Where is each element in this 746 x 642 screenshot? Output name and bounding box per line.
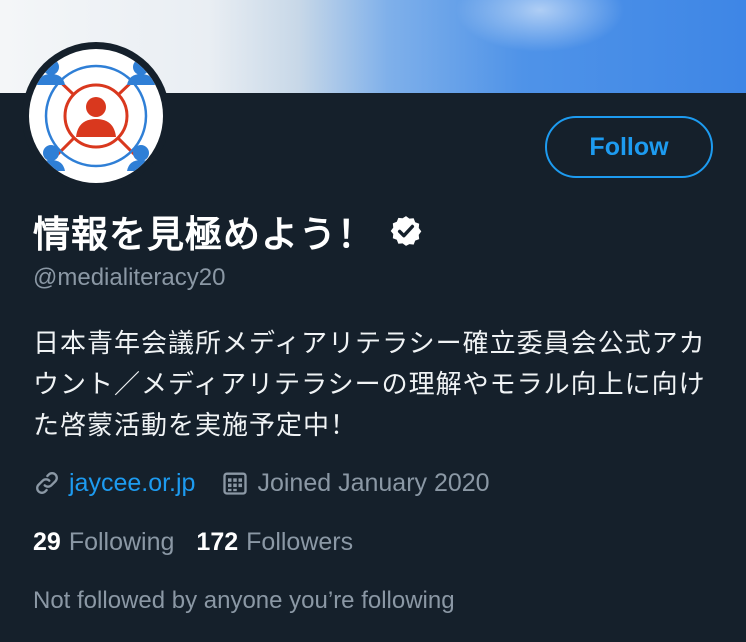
link-icon xyxy=(36,472,58,494)
calendar-icon xyxy=(223,472,248,495)
avatar[interactable] xyxy=(22,42,170,190)
handle: @medialiteracy20 xyxy=(33,264,226,291)
joined-date: Joined January 2020 xyxy=(257,468,490,497)
avatar-logo-icon xyxy=(37,59,155,171)
followers-count: 172 xyxy=(196,527,239,556)
following-link[interactable]: 29 Following xyxy=(33,528,174,557)
following-label: Following xyxy=(68,527,175,556)
profile-meta: jaycee.or.jp Joined January 2020 xyxy=(33,466,490,500)
followers-label: Followers xyxy=(246,527,354,556)
joined-date-group: Joined January 2020 xyxy=(221,468,490,498)
follow-button[interactable]: Follow xyxy=(545,116,713,178)
following-count: 29 xyxy=(33,527,61,556)
bio: 日本青年会議所メディアリテラシー確立委員会公式アカウント／メディアリテラシーの理… xyxy=(33,329,706,441)
display-name: 情報を見極めよう！ xyxy=(33,213,375,256)
follow-counts: 29 Following 172 Followers xyxy=(33,525,353,559)
website-link[interactable]: jaycee.or.jp xyxy=(69,469,195,498)
not-followed-notice: Not followed by anyone you’re following xyxy=(33,587,455,614)
followers-link[interactable]: 172 Followers xyxy=(196,528,353,557)
verified-badge-icon xyxy=(390,216,422,246)
display-name-row: 情報を見極めよう！ xyxy=(33,206,423,256)
